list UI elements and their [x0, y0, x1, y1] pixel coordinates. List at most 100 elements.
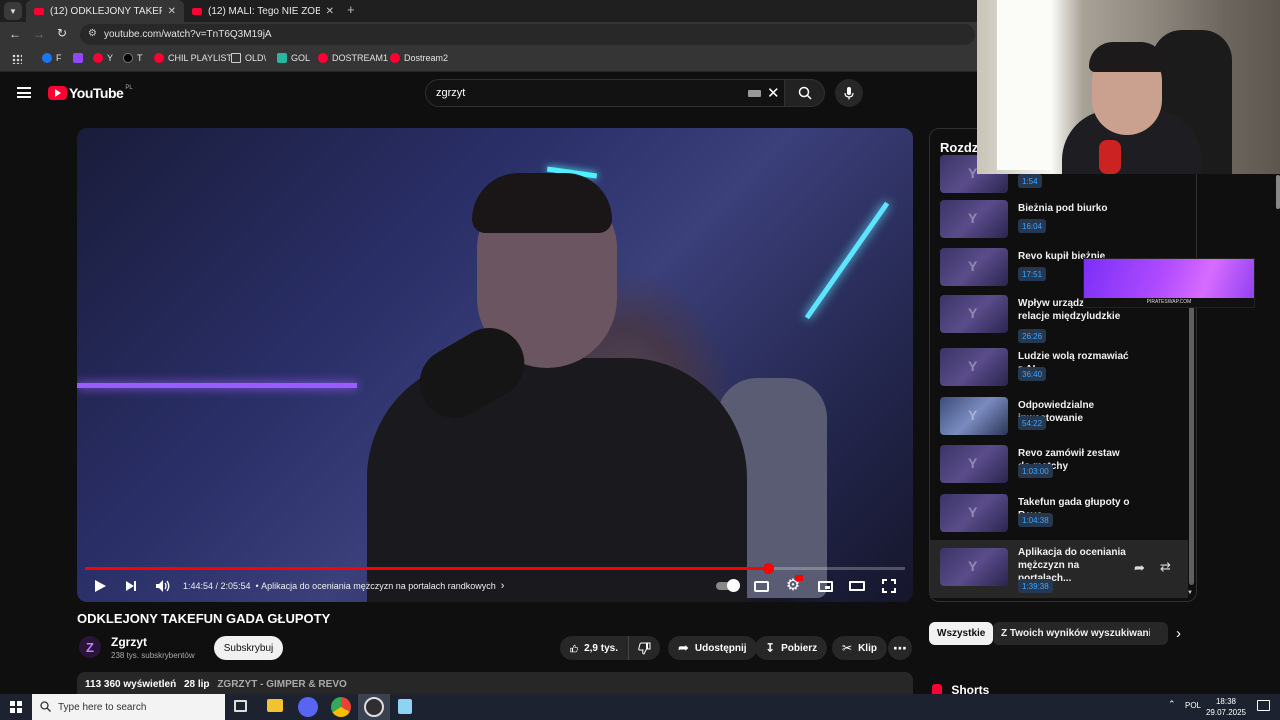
voice-search-button[interactable] [835, 79, 863, 107]
apps-grid-icon[interactable] [12, 54, 22, 64]
next-button[interactable] [124, 578, 138, 594]
chip-next-partial[interactable] [1150, 622, 1168, 645]
youtube-favicon-icon [192, 7, 202, 15]
chapter-item[interactable]: Bieżnia pod biurko 16:04 [930, 197, 1188, 245]
close-tab-icon[interactable]: ✕ [326, 6, 334, 17]
seek-bar[interactable] [85, 563, 905, 574]
bookmark-dostream2[interactable]: Dostream2 [390, 53, 448, 63]
bookmark-f[interactable]: F [42, 53, 62, 63]
bookmark-twitch[interactable] [73, 53, 87, 63]
chapter-timestamp: 26:26 [1018, 329, 1047, 343]
chapter-thumbnail [940, 397, 1008, 435]
more-actions-button[interactable]: ⋯ [888, 636, 912, 660]
dislike-button[interactable] [628, 636, 660, 660]
chapter-item[interactable]: Takefun gada głupoty o Revo1:04:38 [930, 491, 1188, 539]
channel-avatar[interactable]: Z [79, 636, 101, 658]
bookmark-chil-playlist[interactable]: CHIL PLAYLIST [154, 53, 232, 63]
chapters-scrollbar[interactable] [1188, 175, 1195, 595]
back-icon[interactable]: ← [9, 27, 21, 41]
fullscreen-button[interactable] [881, 578, 897, 594]
chapter-title: Bieżnia pod biurko [1018, 203, 1108, 214]
youtube-logo[interactable]: YouTube PL [48, 85, 133, 101]
chapter-timestamp: 1:03:00 [1018, 464, 1053, 478]
thumbs-down-icon [638, 642, 651, 655]
search-input[interactable]: zgrzyt ✕ [425, 79, 785, 107]
subscribe-button[interactable]: Subskrybuj [214, 636, 283, 660]
chapter-item[interactable]: Revo zamówił zestaw do matchy1:03:00 [930, 442, 1188, 490]
thumbs-up-icon [570, 644, 578, 652]
autoplay-knob-icon [727, 579, 740, 592]
page-scrollbar-thumb[interactable] [1276, 175, 1280, 209]
windows-start-icon[interactable] [10, 701, 22, 713]
chapter-thumbnail [940, 494, 1008, 532]
channel-name[interactable]: Zgrzyt [111, 635, 147, 649]
notepad-taskbar-icon[interactable] [398, 699, 412, 714]
autoplay-toggle[interactable] [716, 578, 740, 594]
time-display: 1:44:54 / 2:05:54 [183, 581, 251, 591]
download-button[interactable]: ↧ Pobierz [755, 636, 828, 660]
address-input[interactable]: ⚙ youtube.com/watch?v=TnT6Q3M19jA [80, 24, 975, 45]
site-info-icon[interactable]: ⚙ [88, 28, 97, 39]
close-tab-icon[interactable]: ✕ [168, 6, 176, 17]
chips-next-chevron-icon[interactable]: › [1176, 625, 1181, 642]
youtube-play-logo-icon [48, 86, 67, 100]
taskbar-search-input[interactable]: Type here to search [32, 694, 225, 720]
youtube-icon [390, 53, 400, 63]
language-indicator[interactable]: POL [1185, 701, 1201, 710]
chapter-item[interactable]: Odpowiedzialne inwestowanie54:22 [930, 394, 1188, 442]
chapter-item[interactable]: Ludzie wolą rozmawiać z AI36:40 [930, 345, 1188, 393]
play-button[interactable] [93, 578, 107, 594]
scroll-down-arrow-icon[interactable]: ▼ [1187, 590, 1193, 596]
more-horizontal-icon: ⋯ [893, 639, 907, 656]
facebook-icon [42, 53, 52, 63]
chapter-title-button[interactable]: • Aplikacja do oceniania mężczyzn na por… [253, 578, 505, 594]
reload-icon[interactable]: ↻ [57, 26, 67, 40]
keyboard-icon[interactable] [748, 90, 761, 97]
webcam-overlay [977, 0, 1280, 174]
share-icon[interactable]: ➦ [1134, 560, 1145, 576]
chapters-scrollbar-thumb[interactable] [1189, 305, 1194, 585]
obs-taskbar-icon[interactable] [364, 697, 384, 717]
taskbar-clock[interactable]: 18:38 29.07.2025 [1205, 696, 1247, 718]
mic-icon [844, 87, 854, 100]
chapter-item[interactable]: Aplikacja do oceniania mężczyzn na porta… [930, 540, 1188, 598]
share-button[interactable]: ➦ Udostępnij [668, 636, 757, 660]
bookmark-y[interactable]: Y [93, 53, 113, 63]
tab-search-icon[interactable]: ▼ [4, 2, 22, 20]
description-box[interactable]: 113 360 wyświetleń 28 lip ZGRZYT - GIMPE… [77, 672, 913, 694]
settings-button[interactable]: ⚙ [785, 575, 803, 594]
new-tab-icon[interactable]: + [347, 2, 355, 17]
chip-from-search[interactable]: Z Twoich wyników wyszukiwania [993, 622, 1165, 645]
like-button[interactable]: 2,9 tys. [560, 636, 628, 660]
subtitles-button[interactable] [753, 578, 769, 594]
chip-all[interactable]: Wszystkie [929, 622, 994, 645]
discord-taskbar-icon[interactable] [298, 697, 318, 717]
task-view-icon[interactable] [234, 700, 247, 712]
tab-odklejony[interactable]: (12) ODKLEJONY TAKEFUN GADA ✕ [26, 0, 184, 22]
folder-icon [231, 53, 241, 63]
seek-bar-handle[interactable] [763, 563, 775, 574]
bookmark-gol[interactable]: GOL [277, 53, 310, 63]
video-player[interactable] [77, 128, 913, 602]
bookmark-t[interactable]: T [123, 53, 143, 63]
theater-mode-button[interactable] [849, 578, 865, 594]
share-icon: ➦ [678, 640, 689, 655]
menu-icon[interactable] [17, 87, 31, 98]
loop-icon[interactable]: ⇄ [1160, 559, 1171, 575]
chapter-thumbnail [940, 295, 1008, 333]
webcam-window-light [997, 0, 1052, 170]
bookmark-folder-old[interactable]: OLD\ [231, 53, 266, 63]
search-button[interactable] [785, 79, 825, 107]
notifications-icon[interactable] [1257, 700, 1270, 711]
tray-overflow-icon[interactable]: ⌃ [1168, 699, 1176, 710]
bookmark-dostream1[interactable]: DOSTREAM1 [318, 53, 388, 63]
miniplayer-button[interactable] [817, 578, 833, 594]
forward-icon[interactable]: → [33, 27, 45, 41]
clear-search-icon[interactable]: ✕ [767, 84, 780, 102]
chrome-taskbar-icon[interactable] [331, 697, 351, 717]
tab-mali[interactable]: (12) MALI: Tego NIE ZOBACZYSZ ✕ [184, 0, 342, 22]
clip-button[interactable]: ✂ Klip [832, 636, 887, 660]
youtube-icon [154, 53, 164, 63]
file-explorer-icon[interactable] [267, 699, 283, 712]
volume-button[interactable] [155, 578, 171, 594]
